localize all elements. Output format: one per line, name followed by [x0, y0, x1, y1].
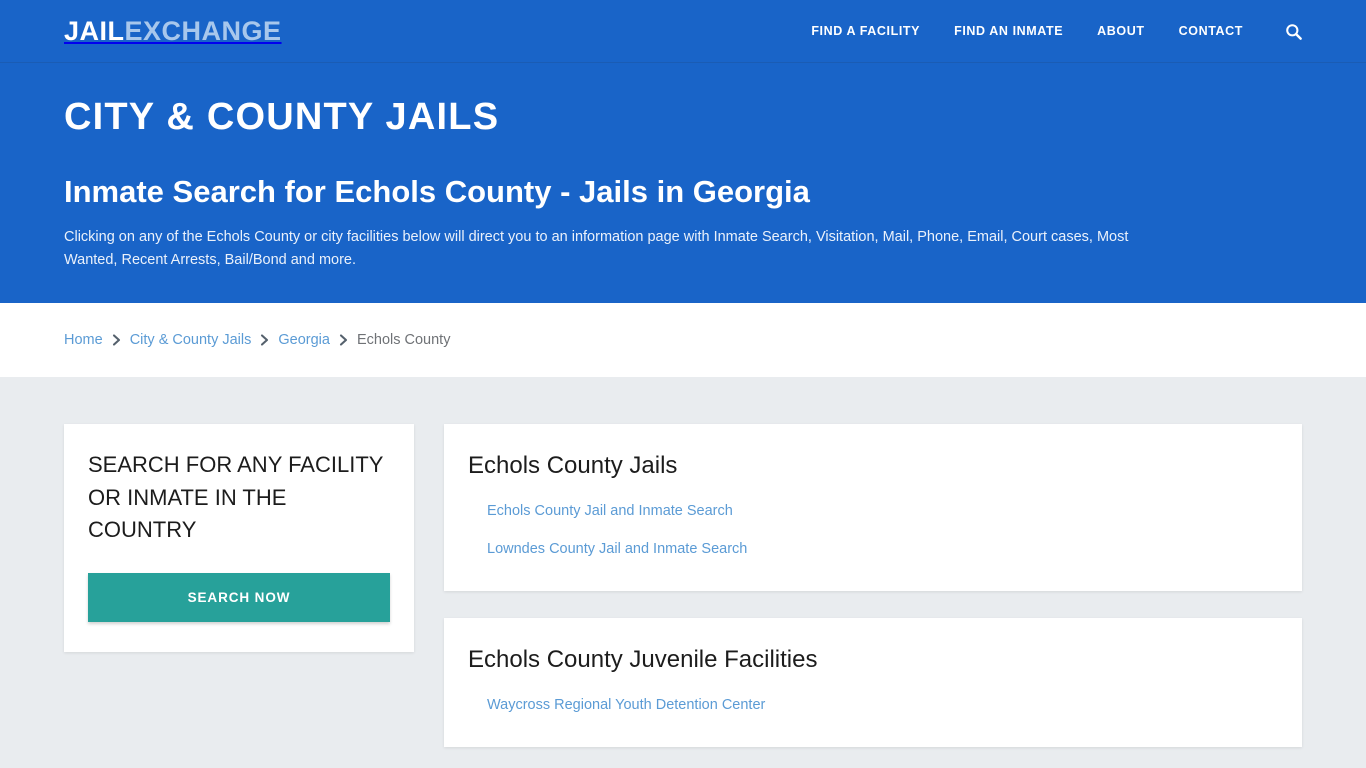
nav-link-about[interactable]: ABOUT	[1097, 24, 1144, 38]
nav-link-contact[interactable]: CONTACT	[1179, 24, 1243, 38]
facility-card-juvenile: Echols County Juvenile Facilities Waycro…	[444, 617, 1302, 747]
facility-sections: Echols County Jails Echols County Jail a…	[444, 424, 1302, 768]
page-title: Inmate Search for Echols County - Jails …	[64, 173, 810, 209]
facility-link[interactable]: Waycross Regional Youth Detention Center	[468, 695, 765, 717]
navbar-inner: JAILEXCHANGE FIND A FACILITY FIND AN INM…	[64, 15, 1302, 46]
list-item[interactable]: Lowndes County Jail and Inmate Search	[468, 539, 1278, 561]
logo-text-primary: JAIL	[64, 15, 125, 46]
breadcrumb: Home City & County Jails Georgia Echols …	[64, 332, 1302, 348]
facility-link[interactable]: Lowndes County Jail and Inmate Search	[468, 539, 747, 561]
breadcrumb-item-georgia[interactable]: Georgia	[278, 332, 330, 348]
site-logo[interactable]: JAILEXCHANGE	[64, 15, 282, 46]
nav-item-find-an-inmate[interactable]: FIND AN INMATE	[954, 22, 1063, 40]
breadcrumb-item-home[interactable]: Home	[64, 332, 103, 348]
facility-link-list: Echols County Jail and Inmate Search Low…	[468, 501, 1278, 561]
hero-inner: CITY & COUNTY JAILS Inmate Search for Ec…	[64, 96, 1302, 273]
top-navbar: JAILEXCHANGE FIND A FACILITY FIND AN INM…	[0, 0, 1366, 63]
hero-banner: CITY & COUNTY JAILS Inmate Search for Ec…	[0, 63, 1366, 303]
chevron-right-icon	[339, 334, 348, 346]
chevron-right-icon	[112, 334, 121, 346]
list-item[interactable]: Waycross Regional Youth Detention Center	[468, 695, 1278, 717]
search-button[interactable]	[1277, 23, 1302, 40]
chevron-right-icon	[260, 334, 269, 346]
main-content: SEARCH FOR ANY FACILITY OR INMATE IN THE…	[0, 377, 1366, 768]
nav-item-contact[interactable]: CONTACT	[1179, 22, 1243, 40]
breadcrumb-item-city-county-jails[interactable]: City & County Jails	[130, 332, 252, 348]
list-item[interactable]: Echols County Jail and Inmate Search	[468, 501, 1278, 523]
breadcrumb-band: Home City & County Jails Georgia Echols …	[0, 303, 1366, 377]
facility-card-title: Echols County Juvenile Facilities	[468, 645, 818, 673]
search-now-button[interactable]: SEARCH NOW	[88, 572, 390, 622]
hero-description: Clicking on any of the Echols County or …	[64, 228, 1129, 269]
facility-card-jails: Echols County Jails Echols County Jail a…	[444, 424, 1302, 591]
nav-item-find-a-facility[interactable]: FIND A FACILITY	[811, 22, 920, 40]
facility-link-list: Waycross Regional Youth Detention Center	[468, 695, 1278, 717]
main-navigation: FIND A FACILITY FIND AN INMATE ABOUT CON…	[811, 22, 1302, 40]
nav-item-about[interactable]: ABOUT	[1097, 22, 1144, 40]
facility-link[interactable]: Echols County Jail and Inmate Search	[468, 501, 733, 523]
nav-link-find-a-facility[interactable]: FIND A FACILITY	[811, 24, 920, 38]
search-promo-title: SEARCH FOR ANY FACILITY OR INMATE IN THE…	[88, 452, 384, 543]
search-icon	[1285, 23, 1302, 40]
search-promo-card: SEARCH FOR ANY FACILITY OR INMATE IN THE…	[64, 424, 414, 652]
nav-link-find-an-inmate[interactable]: FIND AN INMATE	[954, 24, 1063, 38]
breadcrumb-item-current: Echols County	[356, 332, 451, 348]
content-inner: SEARCH FOR ANY FACILITY OR INMATE IN THE…	[64, 424, 1302, 768]
facility-card-title: Echols County Jails	[468, 452, 678, 479]
hero-kicker: CITY & COUNTY JAILS	[64, 96, 500, 138]
logo-text-secondary: EXCHANGE	[124, 15, 282, 46]
nav-item-search[interactable]	[1277, 23, 1302, 40]
page-root: JAILEXCHANGE FIND A FACILITY FIND AN INM…	[0, 0, 1366, 768]
